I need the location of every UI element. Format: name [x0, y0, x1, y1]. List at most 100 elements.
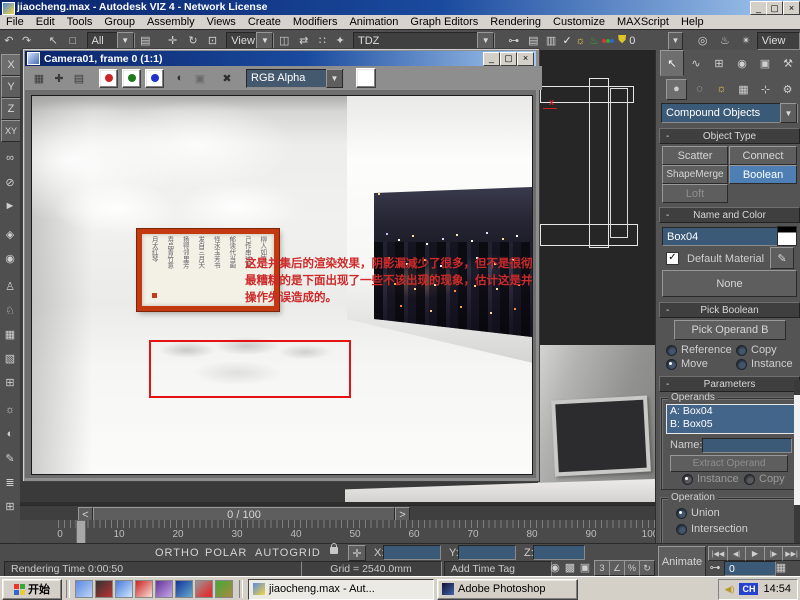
link-icon[interactable]: ∞ [0, 148, 20, 168]
default-material-checkbox[interactable]: ✓ [666, 252, 679, 265]
background-color-swatch[interactable] [356, 68, 376, 88]
align-icon[interactable]: ✦ [331, 34, 349, 47]
quicklaunch-icon[interactable] [95, 580, 113, 598]
operand-item[interactable]: B: Box05 [670, 418, 794, 431]
y-coordinate-field[interactable] [458, 545, 516, 560]
fetch-icon[interactable]: ◈ [0, 224, 20, 244]
chevron-down-icon[interactable]: ▼ [256, 31, 274, 50]
bind-spacewarp-icon[interactable]: ► [0, 196, 20, 216]
pivot-center-icon[interactable]: ◫ [274, 34, 294, 47]
add-time-tag[interactable]: Add Time Tag [444, 561, 552, 577]
menu-graph-editors[interactable]: Graph Editors [404, 16, 484, 28]
quicklaunch-icon[interactable] [135, 580, 153, 598]
close-button[interactable]: × [783, 1, 800, 15]
collapse-icon[interactable]: - [666, 210, 669, 221]
maximize-button[interactable]: ▢ [766, 1, 783, 15]
layer-list-icon[interactable]: ▥ [542, 34, 560, 47]
helpers-icon[interactable]: ⊹ [756, 80, 775, 99]
minimize-button[interactable]: _ [750, 1, 767, 15]
rollout-parameters[interactable]: - Parameters [659, 376, 800, 392]
menu-maxscript[interactable]: MAXScript [611, 16, 675, 28]
animate-button[interactable]: Animate [658, 546, 706, 577]
light-bulb-icon[interactable]: ☼ [574, 35, 586, 47]
check-icon[interactable]: ✓ [560, 34, 574, 47]
rgb-circles-icon[interactable] [601, 38, 615, 43]
reference-coord-dropdown[interactable]: View ▼ [226, 31, 275, 50]
rollout-pick-boolean[interactable]: - Pick Boolean [659, 302, 800, 318]
light-icon[interactable]: ☼ [0, 400, 20, 420]
array-icon[interactable]: ∷ [313, 34, 331, 47]
operand-item[interactable]: A: Box04 [670, 405, 794, 418]
named-selection-dropdown[interactable]: TDZ ▼ [352, 31, 496, 50]
axis-x-button[interactable]: X [1, 54, 21, 76]
monochrome-icon[interactable]: ◐ [172, 72, 188, 84]
track-bar-thumb[interactable] [76, 520, 86, 543]
collapse-icon[interactable]: - [666, 379, 669, 390]
rollout-object-type[interactable]: - Object Type [659, 128, 800, 144]
render-lock-icon[interactable]: ♨ [587, 34, 601, 47]
operands-list[interactable]: A: Box04 B: Box05 [666, 404, 795, 434]
geometry-icon[interactable]: ● [666, 78, 687, 100]
chevron-down-icon[interactable]: ▼ [326, 68, 343, 88]
shapemerge-button[interactable]: ShapeMerge [662, 165, 728, 184]
transform-typein-icon[interactable]: ✛ [348, 545, 366, 561]
chevron-down-icon[interactable]: ▼ [780, 103, 797, 123]
collapse-icon[interactable]: - [666, 131, 669, 142]
maximize-button[interactable]: ▢ [500, 51, 517, 66]
menu-help[interactable]: Help [675, 16, 710, 28]
axis-xy-button[interactable]: XY [1, 120, 21, 142]
layer-manager-icon[interactable]: ▤ [524, 34, 542, 47]
lock-icon[interactable] [330, 543, 338, 554]
quicklaunch-icon[interactable] [75, 580, 93, 598]
snap-3d-icon[interactable]: 3 [594, 560, 610, 576]
track-bar[interactable]: 0 10 20 30 40 50 60 70 80 90 100 [20, 520, 655, 543]
current-frame-field[interactable]: 0 [724, 561, 776, 576]
collapse-icon[interactable]: - [666, 305, 669, 316]
quicklaunch-icon[interactable] [175, 580, 193, 598]
eyedropper-icon[interactable]: ✎ [770, 247, 794, 269]
lights-icon[interactable]: ☼ [712, 80, 731, 99]
rotate-icon[interactable]: ↻ [183, 34, 203, 47]
render-window-titlebar[interactable]: Camera01, frame 0 (1:1) _ ▢ × [25, 51, 536, 66]
task-button-viz[interactable]: jiaocheng.max - Aut... [248, 578, 434, 600]
systems-icon[interactable]: ⚙ [778, 80, 797, 99]
green-channel-button[interactable] [122, 68, 141, 88]
radio-reference[interactable]: Reference [666, 344, 732, 356]
mini-curve-editor-icon[interactable]: ⊞ [0, 497, 20, 515]
undo-icon[interactable]: ↶ [0, 34, 18, 47]
render-view-box[interactable]: View [756, 31, 800, 50]
panel-scrollbar-track[interactable] [794, 380, 800, 543]
blue-channel-button[interactable] [145, 68, 164, 88]
chevron-down-icon[interactable]: ▼ [477, 31, 495, 50]
menu-animation[interactable]: Animation [343, 16, 404, 28]
tab-modify-icon[interactable]: ∿ [685, 52, 707, 74]
category-dropdown[interactable]: Compound Objects ▼ [661, 103, 798, 123]
ortho-mode[interactable]: ORTHO [155, 547, 200, 559]
operand-name-field[interactable] [702, 438, 792, 453]
redo-icon[interactable]: ↷ [18, 34, 36, 47]
x-coordinate-field[interactable] [383, 545, 441, 560]
panel-scrollbar-thumb[interactable] [794, 395, 800, 505]
axis-y-button[interactable]: Y [1, 76, 21, 98]
radio-intersection[interactable]: Intersection [676, 523, 748, 535]
radio-instance[interactable]: Instance [736, 358, 793, 370]
start-button[interactable]: 开始 [2, 578, 62, 600]
minimize-button[interactable]: _ [483, 51, 500, 66]
material-none-button[interactable]: None [662, 270, 797, 297]
select-by-name-icon[interactable]: ▤ [135, 34, 156, 47]
autogrid-mode[interactable]: AUTOGRID [255, 547, 321, 559]
angle-snap-icon[interactable]: ∠ [609, 560, 625, 576]
selection-region-icon[interactable]: □ [63, 35, 83, 47]
scatter-button[interactable]: Scatter [662, 146, 728, 165]
schematic-view-icon[interactable]: ⊶ [503, 34, 524, 47]
menu-group[interactable]: Group [98, 16, 141, 28]
previous-frame-icon[interactable]: ◀| [727, 546, 746, 561]
quicklaunch-icon[interactable] [215, 580, 233, 598]
target-icon[interactable]: ◉ [0, 248, 20, 268]
selection-filter-dropdown[interactable]: All ▼ [86, 31, 135, 50]
skin-icon[interactable]: ▦ [0, 324, 20, 344]
pick-operand-b-button[interactable]: Pick Operand B [674, 320, 786, 340]
edit-icon[interactable]: ✎ [0, 448, 20, 468]
radio-union[interactable]: Union [676, 507, 720, 519]
layers-icon[interactable]: ⊞ [0, 372, 20, 392]
